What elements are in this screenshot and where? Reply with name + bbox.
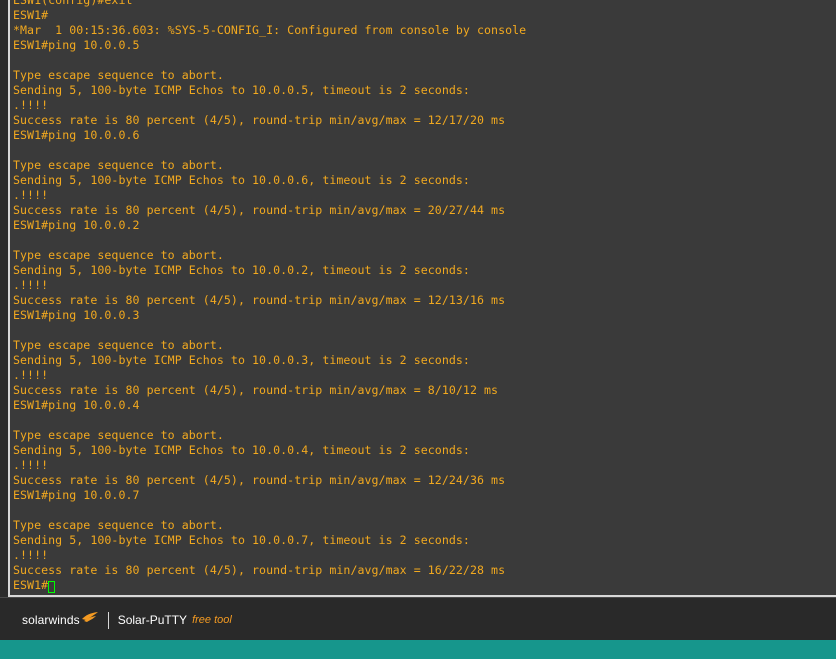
terminal-line: Success rate is 80 percent (4/5), round-…	[13, 203, 506, 217]
solarwinds-logo-text: solarwinds	[22, 613, 80, 627]
terminal-line: Success rate is 80 percent (4/5), round-…	[13, 473, 506, 487]
terminal-line: ESW1#ping 10.0.0.5	[13, 38, 140, 52]
footer-divider	[107, 611, 109, 629]
terminal-line: Sending 5, 100-byte ICMP Echos to 10.0.0…	[13, 353, 470, 367]
terminal-panel[interactable]: ESW1(config)#exit ESW1# *Mar 1 00:15:36.60…	[8, 0, 836, 597]
terminal-line: Type escape sequence to abort.	[13, 68, 224, 82]
solarwinds-bird-icon	[81, 611, 98, 622]
terminal-line: .!!!!	[13, 98, 49, 112]
active-prompt: ESW1#	[13, 578, 49, 592]
terminal-line: Success rate is 80 percent (4/5), round-…	[13, 293, 506, 307]
desktop-background-strip	[0, 640, 836, 659]
terminal-line: ESW1#ping 10.0.0.3	[13, 308, 140, 322]
terminal-line: Type escape sequence to abort.	[13, 158, 224, 172]
terminal-line: .!!!!	[13, 188, 49, 202]
terminal-line: Sending 5, 100-byte ICMP Echos to 10.0.0…	[13, 443, 470, 457]
free-tool-label: free tool	[192, 614, 232, 626]
terminal-line: Success rate is 80 percent (4/5), round-…	[13, 383, 499, 397]
terminal-line: Success rate is 80 percent (4/5), round-…	[13, 113, 506, 127]
terminal-line: Sending 5, 100-byte ICMP Echos to 10.0.0…	[13, 173, 470, 187]
terminal-line: Type escape sequence to abort.	[13, 248, 224, 262]
terminal-line: Sending 5, 100-byte ICMP Echos to 10.0.0…	[13, 83, 470, 97]
footer-brand: solarwinds Solar-PuTTY free tool	[22, 610, 232, 630]
terminal-line: ESW1#ping 10.0.0.4	[13, 398, 140, 412]
terminal-output[interactable]: ESW1(config)#exit ESW1# *Mar 1 00:15:36.60…	[13, 0, 526, 593]
terminal-cursor	[48, 580, 56, 593]
terminal-line: .!!!!	[13, 278, 49, 292]
terminal-line: ESW1#	[13, 8, 49, 22]
terminal-line: Sending 5, 100-byte ICMP Echos to 10.0.0…	[13, 533, 470, 547]
app-footer: solarwinds Solar-PuTTY free tool	[0, 597, 836, 640]
terminal-line: Sending 5, 100-byte ICMP Echos to 10.0.0…	[13, 263, 470, 277]
terminal-line: *Mar 1 00:15:36.603: %SYS-5-CONFIG_I: Co…	[13, 23, 527, 37]
active-prompt-row[interactable]: ESW1#	[13, 578, 526, 593]
terminal-line: .!!!!	[13, 548, 49, 562]
terminal-line: .!!!!	[13, 368, 49, 382]
terminal-line: ESW1(config)#exit	[13, 0, 133, 7]
terminal-line: ESW1#ping 10.0.0.2	[13, 218, 140, 232]
terminal-line: Success rate is 80 percent (4/5), round-…	[13, 563, 506, 577]
solar-putty-window: ESW1(config)#exit ESW1# *Mar 1 00:15:36.60…	[0, 0, 836, 640]
terminal-line: ESW1#ping 10.0.0.7	[13, 488, 140, 502]
terminal-line: .!!!!	[13, 458, 49, 472]
terminal-line: Type escape sequence to abort.	[13, 338, 224, 352]
terminal-line: Type escape sequence to abort.	[13, 428, 224, 442]
terminal-line: Type escape sequence to abort.	[13, 518, 224, 532]
terminal-line: ESW1#ping 10.0.0.6	[13, 128, 140, 142]
product-name: Solar-PuTTY	[117, 613, 188, 627]
